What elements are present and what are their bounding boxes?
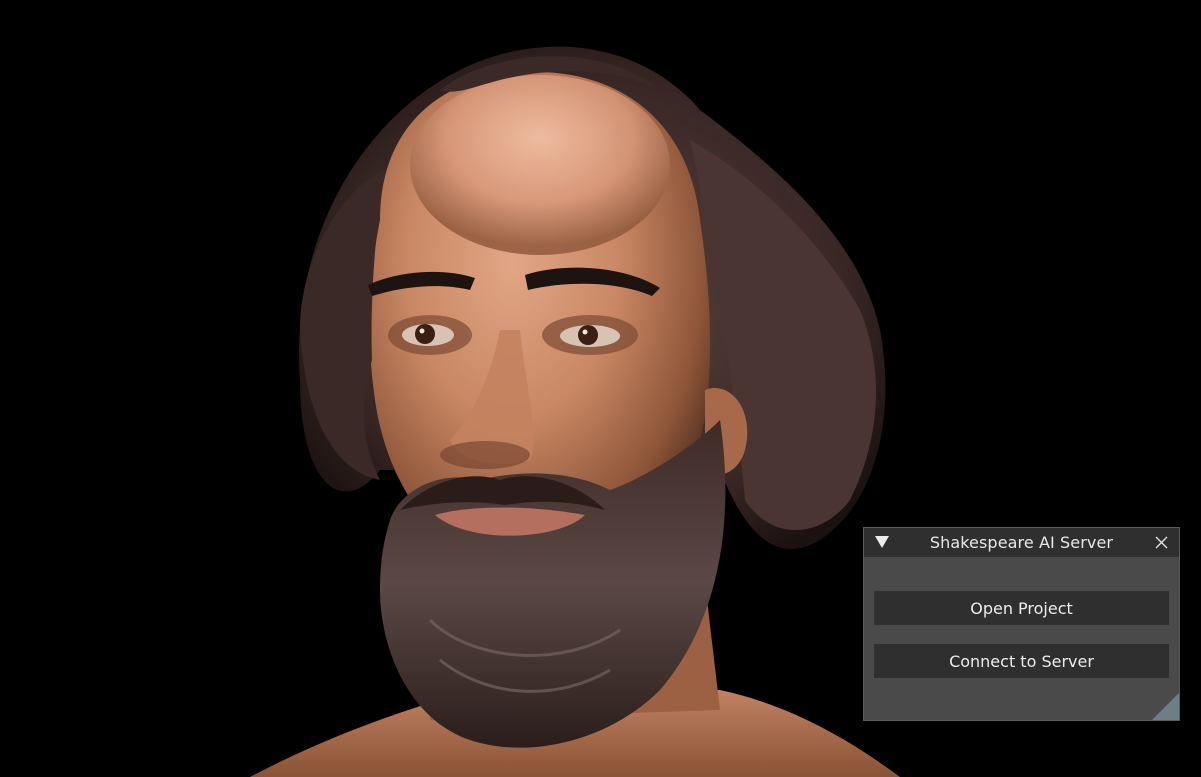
open-project-button[interactable]: Open Project	[874, 591, 1169, 625]
window-body: Open Project Connect to Server	[864, 557, 1179, 720]
connect-to-server-button[interactable]: Connect to Server	[874, 644, 1169, 678]
close-icon[interactable]	[1154, 535, 1169, 550]
resize-grip[interactable]	[1152, 693, 1179, 720]
shakespeare-ai-server-window[interactable]: Shakespeare AI Server Open Project Conne…	[863, 527, 1180, 721]
window-titlebar[interactable]: Shakespeare AI Server	[864, 528, 1179, 557]
triangle-down-icon[interactable]	[875, 536, 889, 548]
window-title: Shakespeare AI Server	[929, 533, 1114, 552]
3d-viewport[interactable]: Shakespeare AI Server Open Project Conne…	[0, 0, 1201, 777]
